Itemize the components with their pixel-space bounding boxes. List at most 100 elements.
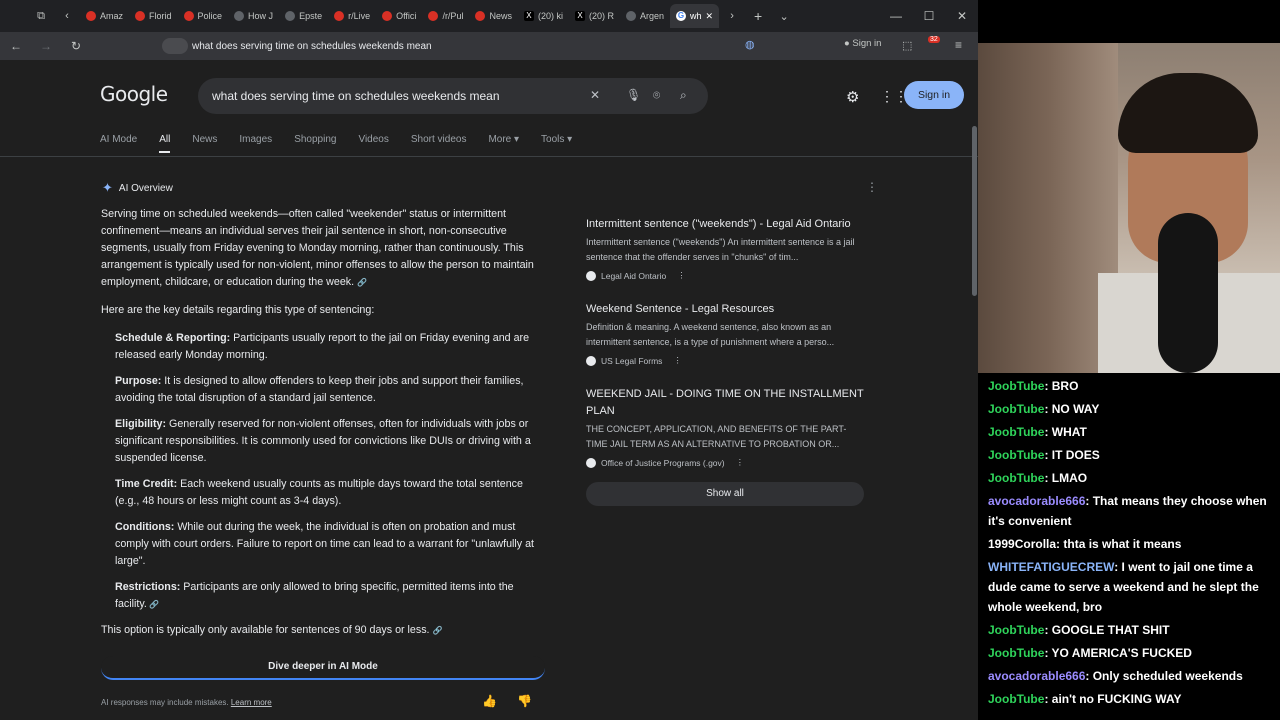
show-all-button[interactable]: Show all (586, 482, 864, 506)
browser-tab[interactable]: Epste (279, 4, 328, 28)
thumbs-down-icon[interactable]: 👎 (517, 694, 532, 708)
google-logo[interactable]: Google (100, 82, 168, 106)
microphone-icon[interactable]: 🎙 (626, 88, 641, 102)
tab-short-videos[interactable]: Short videos (411, 134, 467, 153)
source-site: Office of Justice Programs (.gov) ⋮ (586, 457, 864, 468)
browser-tab[interactable]: Gwh ✕ (670, 4, 720, 28)
extensions-icon[interactable]: ⬚ (902, 39, 912, 52)
chat-username[interactable]: avocadorable666 (988, 669, 1085, 683)
settings-gear-icon[interactable]: ⚙ (846, 88, 859, 106)
x-icon: X (523, 11, 534, 21)
browser-tab[interactable]: Florid (129, 4, 178, 28)
dive-deeper-button[interactable]: Dive deeper in AI Mode (101, 656, 545, 680)
link-icon[interactable]: 🔗 (433, 626, 443, 635)
more-options-icon[interactable]: ⋮ (866, 180, 878, 194)
ai-detail-term: Schedule & Reporting: (115, 332, 231, 344)
tab-videos[interactable]: Videos (358, 134, 388, 153)
source-card[interactable]: WEEKEND JAIL - DOING TIME ON THE INSTALL… (576, 378, 874, 474)
browser-tab-label: (20) R (588, 11, 614, 21)
chat-text: : LMAO (1044, 471, 1088, 485)
close-window-icon[interactable]: ✕ (946, 0, 978, 32)
browser-tab[interactable]: X (20) ki (518, 4, 569, 28)
omnibox[interactable]: what does serving time on schedules week… (156, 35, 768, 57)
chat-username[interactable]: JoobTube (988, 646, 1044, 660)
source-more-icon[interactable]: ⋮ (736, 457, 745, 468)
tab-images[interactable]: Images (239, 134, 272, 153)
browser-tab[interactable]: Argen (620, 4, 670, 28)
link-icon[interactable]: 🔗 (357, 278, 367, 287)
ai-detail-term: Purpose: (115, 375, 162, 387)
browser-tab[interactable]: How J (228, 4, 279, 28)
browser-tab[interactable]: Offici (376, 4, 422, 28)
maximize-icon[interactable]: ☐ (913, 0, 945, 32)
browser-tab-label: r/Live (348, 11, 371, 21)
translate-icon[interactable]: ◍ (745, 38, 755, 51)
ai-closing: This option is typically only available … (101, 622, 547, 639)
chat-username[interactable]: JoobTube (988, 425, 1044, 439)
chat-username[interactable]: JoobTube (988, 692, 1044, 706)
chat-username[interactable]: JoobTube (988, 623, 1044, 637)
tab-news[interactable]: News (192, 134, 217, 153)
ai-detail-item: Conditions: While out during the week, t… (115, 519, 547, 570)
chat-username[interactable]: JoobTube (988, 379, 1044, 393)
chat-username[interactable]: JoobTube (988, 471, 1044, 485)
browser-tab[interactable]: Amaz (80, 4, 129, 28)
browser-tab[interactable]: X (20) R (569, 4, 620, 28)
scrollbar[interactable] (972, 126, 977, 296)
tab-more[interactable]: More ▾ (488, 134, 519, 153)
reload-icon[interactable]: ↻ (64, 39, 88, 53)
source-card[interactable]: Intermittent sentence ("weekends") - Leg… (576, 208, 874, 287)
chat-username[interactable]: WHITEFATIGUECREW (988, 560, 1114, 574)
chat-username[interactable]: avocadorable666 (988, 494, 1085, 508)
source-card[interactable]: Weekend Sentence - Legal Resources Defini… (576, 293, 874, 372)
site-favicon-icon (586, 355, 596, 366)
menu-icon[interactable]: ≡ (955, 38, 962, 52)
new-tab-icon[interactable]: + (745, 8, 771, 24)
browser-tab-label: How J (248, 11, 274, 21)
chat-message: JoobTube: LMAO (988, 467, 1272, 490)
browser-tab-label: Offici (396, 11, 417, 21)
webcam-overlay (978, 43, 1280, 373)
browser-tab[interactable]: r/Live (328, 4, 376, 28)
forward-icon[interactable]: → (34, 39, 58, 53)
sign-in-button[interactable]: Sign in (904, 81, 964, 109)
tab-list-icon[interactable]: ⌄ (771, 10, 797, 23)
tab-shopping[interactable]: Shopping (294, 134, 336, 153)
chat-username[interactable]: 1999Corolla (988, 537, 1056, 551)
chat-message: JoobTube: BRO (988, 375, 1272, 398)
extension-badge[interactable]: 32 (928, 36, 940, 43)
learn-more-link[interactable]: Learn more (231, 698, 272, 707)
source-more-icon[interactable]: ⋮ (677, 270, 686, 281)
search-icon[interactable]: ⌕ (680, 88, 687, 103)
browser-sign-in[interactable]: ● Sign in (844, 38, 881, 49)
address-bar: ← → ↻ what does serving time on schedule… (0, 32, 978, 60)
source-title[interactable]: Weekend Sentence - Legal Resources (586, 301, 864, 318)
close-tab-icon[interactable]: ✕ (706, 11, 714, 22)
browser-tab[interactable]: Police (178, 4, 229, 28)
lens-icon[interactable]: ⌾ (653, 88, 660, 103)
clear-icon[interactable]: ✕ (590, 88, 600, 102)
tab-search-icon[interactable]: ⧉ (28, 10, 54, 23)
site-favicon-icon (586, 270, 596, 281)
minimize-icon[interactable]: — (880, 0, 912, 32)
source-title[interactable]: WEEKEND JAIL - DOING TIME ON THE INSTALL… (586, 386, 864, 420)
tab-scroll-right-icon[interactable]: › (719, 10, 745, 22)
thumbs-up-icon[interactable]: 👍 (482, 694, 497, 708)
browser-tab[interactable]: /r/Pul (422, 4, 469, 28)
source-more-icon[interactable]: ⋮ (673, 355, 682, 366)
chat-username[interactable]: JoobTube (988, 402, 1044, 416)
browser-tab[interactable]: News (469, 4, 518, 28)
chat-message: JoobTube: IT DOES (988, 444, 1272, 467)
omnibox-text: what does serving time on schedules week… (192, 40, 432, 52)
search-input[interactable]: what does serving time on schedules week… (198, 78, 708, 114)
link-icon[interactable]: 🔗 (147, 600, 159, 609)
tab-tools[interactable]: Tools ▾ (541, 134, 572, 153)
ai-detail-text: It is designed to allow offenders to kee… (115, 375, 524, 404)
ai-detail-term: Eligibility: (115, 418, 167, 430)
source-title[interactable]: Intermittent sentence ("weekends") - Leg… (586, 216, 864, 233)
tab-all[interactable]: All (159, 134, 171, 153)
back-icon[interactable]: ← (4, 39, 28, 53)
tab-ai-mode[interactable]: AI Mode (100, 134, 137, 153)
tab-scroll-left-icon[interactable]: ‹ (54, 10, 80, 22)
chat-username[interactable]: JoobTube (988, 448, 1044, 462)
